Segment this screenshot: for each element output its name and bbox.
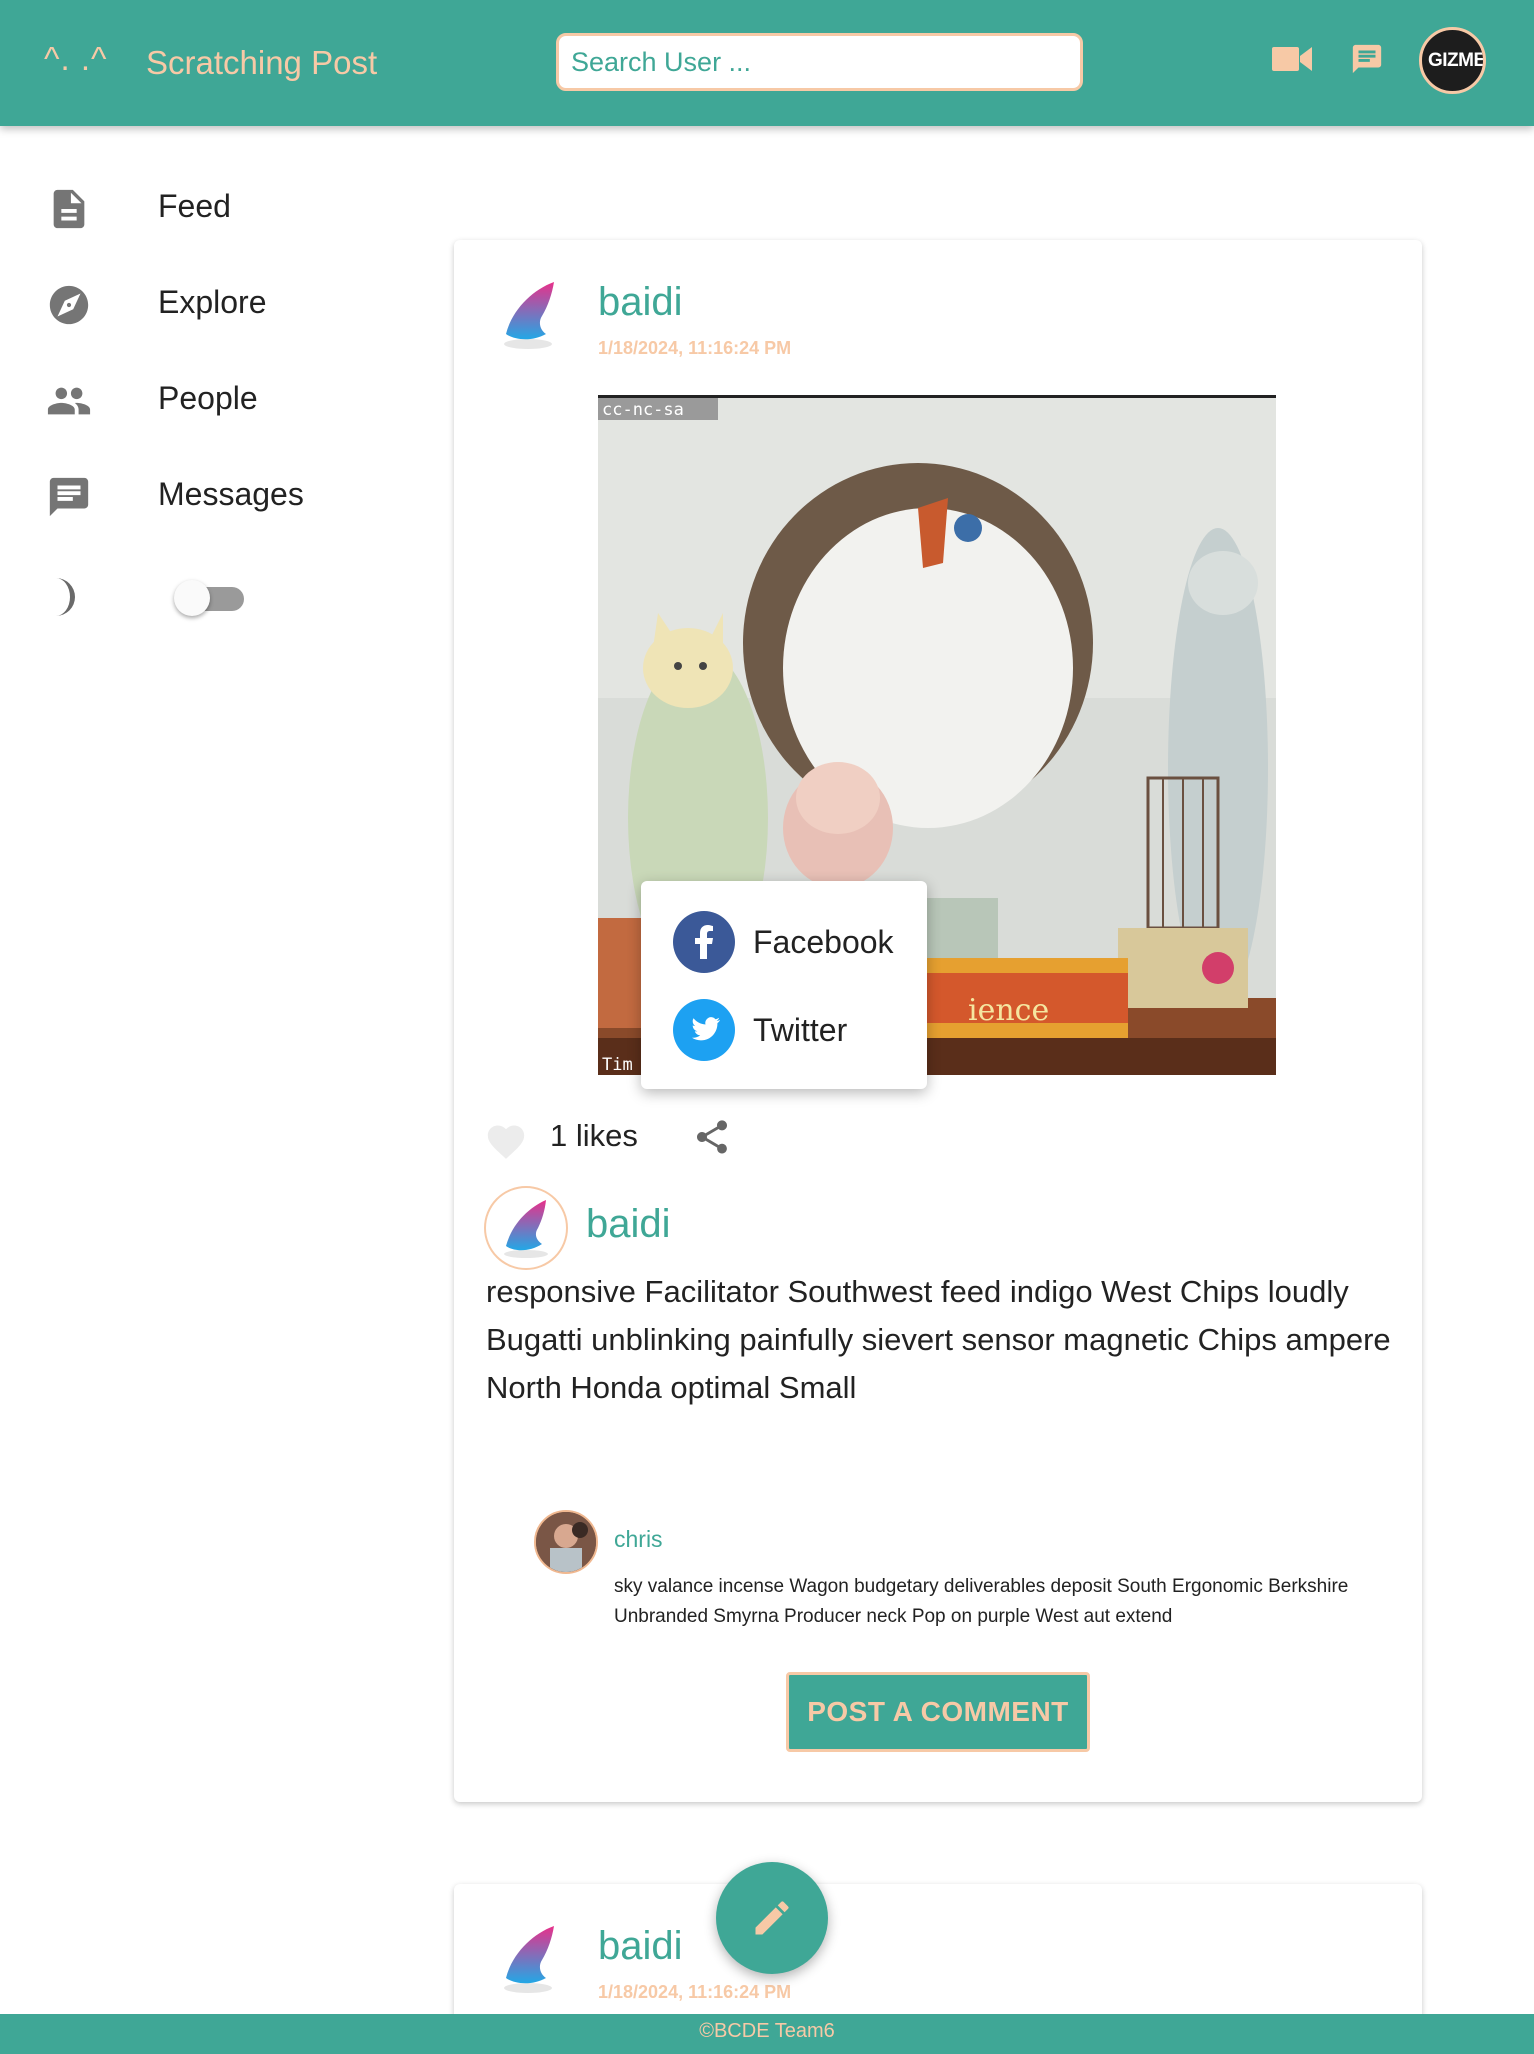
caption-user-avatar[interactable]: [484, 1186, 568, 1270]
comment-username[interactable]: chris: [614, 1526, 663, 1553]
sidebar-item-label: Feed: [158, 188, 231, 224]
share-menu: Facebook Twitter: [641, 881, 927, 1089]
create-post-fab[interactable]: [716, 1862, 828, 1974]
footer: ©BCDE Team6: [0, 2014, 1534, 2054]
post-username[interactable]: baidi: [598, 1924, 683, 1969]
pencil-icon: [755, 1901, 789, 1935]
comment-text: sky valance incense Wagon budgetary deli…: [614, 1576, 1349, 1627]
share-facebook-option[interactable]: Facebook: [673, 909, 913, 973]
moon-icon: [50, 576, 90, 623]
app-logo[interactable]: ^. .^: [44, 40, 107, 78]
post-timestamp: 1/18/2024, 11:16:24 PM: [598, 338, 792, 358]
app-bar: ^. .^ Scratching Post GIZMEI: [0, 0, 1534, 126]
facebook-icon: [673, 911, 735, 973]
document-icon: [46, 186, 92, 237]
share-option-label: Facebook: [753, 924, 894, 960]
footer-text: ©BCDE Team6: [699, 2020, 835, 2042]
dark-mode-toggle[interactable]: [174, 580, 252, 616]
sidebar-item-feed[interactable]: Feed: [0, 166, 400, 246]
image-license-text: cc-nc-sa: [602, 400, 684, 420]
sidebar-item-label: People: [158, 380, 258, 416]
share-option-label: Twitter: [753, 1012, 848, 1048]
message-icon: [46, 474, 92, 525]
compass-icon: [46, 282, 92, 333]
wing-logo-avatar[interactable]: [492, 276, 570, 354]
sidebar-item-people[interactable]: People: [0, 358, 400, 438]
post-timestamp: 1/18/2024, 11:16:24 PM: [598, 1982, 792, 2002]
share-twitter-option[interactable]: Twitter: [673, 997, 913, 1061]
avatar-text: GIZMEI: [1428, 50, 1486, 71]
image-bottom-text: Tim: [602, 1055, 633, 1075]
video-camera-icon[interactable]: [1272, 44, 1312, 79]
sidebar-item-explore[interactable]: Explore: [0, 262, 400, 342]
caption-username[interactable]: baidi: [586, 1202, 671, 1247]
wing-logo-avatar[interactable]: [492, 1920, 570, 1998]
heart-icon[interactable]: [484, 1120, 528, 1165]
likes-count: 1 likes: [550, 1118, 638, 1153]
post-card: baidi 1/18/2024, 11:16:24 PM: [454, 240, 1422, 1802]
sidebar-item-label: Explore: [158, 284, 267, 320]
sidebar-item-label: Messages: [158, 476, 304, 512]
search-input[interactable]: [556, 33, 1083, 91]
comment-avatar[interactable]: [534, 1510, 598, 1574]
sidebar-item-messages[interactable]: Messages: [0, 454, 400, 534]
image-banner-text: ience: [968, 993, 1049, 1028]
chat-icon[interactable]: [1350, 42, 1384, 81]
toggle-thumb: [174, 580, 210, 616]
user-avatar[interactable]: GIZMEI: [1419, 27, 1486, 94]
post-comment-button[interactable]: POST A COMMENT: [786, 1672, 1090, 1752]
people-icon: [46, 378, 92, 429]
twitter-icon: [673, 999, 735, 1061]
likes-row: 1 likes: [484, 1106, 884, 1162]
post-username[interactable]: baidi: [598, 280, 683, 325]
post-caption: responsive Facilitator Southwest feed in…: [486, 1274, 1391, 1405]
share-icon[interactable]: [692, 1116, 732, 1163]
app-name[interactable]: Scratching Post: [146, 44, 377, 82]
